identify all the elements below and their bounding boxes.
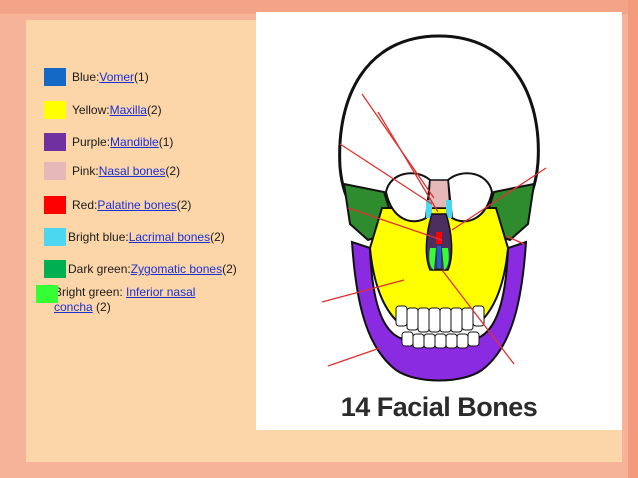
legend-prefix: Bright blue:	[68, 230, 129, 244]
legend-item-zygomatic-bones: Dark green: Zygomatic bones (2)	[44, 260, 237, 278]
legend-swatch-dark-green	[44, 260, 66, 278]
skull-illustration	[321, 34, 547, 382]
legend-prefix: Yellow:	[72, 103, 110, 117]
legend-prefix: Dark green:	[68, 262, 131, 276]
vomer-shape	[437, 246, 441, 268]
legend-link-vomer[interactable]: Vomer	[99, 70, 134, 84]
legend-count: (2)	[165, 164, 181, 178]
legend-link-maxilla[interactable]: Maxilla	[110, 103, 147, 117]
legend-swatch-red	[44, 196, 66, 214]
lower-teeth	[401, 331, 480, 349]
legend-link-mandible[interactable]: Mandible	[110, 135, 159, 149]
legend-link-palatine-bones[interactable]: Palatine bones	[97, 198, 176, 212]
legend-swatch-blue	[44, 68, 66, 86]
legend-prefix: Red:	[72, 198, 98, 212]
legend-item-lacrimal-bones: Bright blue: Lacrimal bones (2)	[44, 228, 225, 246]
legend-count: (2)	[222, 262, 237, 276]
legend-swatch-purple	[44, 133, 66, 151]
legend-count: (2)	[92, 300, 111, 314]
legend-item-inferior-nasal-concha: Bright green: Inferior nasal concha (2)	[12, 285, 202, 315]
legend-count: (2)	[146, 103, 162, 117]
legend-item-maxilla: Yellow: Maxilla (2)	[44, 101, 162, 119]
legend-item-vomer: Blue: Vomer (1)	[44, 68, 149, 86]
legend-prefix: Pink:	[72, 164, 99, 178]
legend-count: (1)	[158, 135, 174, 149]
legend-item-nasal-bones: Pink: Nasal bones (2)	[44, 162, 180, 180]
figure-title: 14 Facial Bones	[340, 392, 538, 422]
legend-link-nasal-bones[interactable]: Nasal bones	[99, 164, 166, 178]
legend-count: (2)	[210, 230, 225, 244]
upper-teeth	[395, 305, 485, 333]
legend-prefix: Blue:	[72, 70, 100, 84]
legend-prefix: Bright green:	[54, 285, 127, 299]
skull-figure: 14 Facial Bones	[256, 12, 622, 430]
slide: Blue: Vomer (1) Yellow: Maxilla (2) Purp…	[26, 12, 622, 462]
legend-prefix: Purple:	[72, 135, 111, 149]
legend-swatch-yellow	[44, 101, 66, 119]
legend-count: (2)	[176, 198, 192, 212]
legend-item-palatine-bones: Red: Palatine bones (2)	[44, 196, 191, 214]
legend-swatch-pink	[44, 162, 66, 180]
frame-right-border	[628, 0, 638, 478]
legend-swatch-bright-blue	[44, 228, 66, 246]
legend-link-zygomatic-bones[interactable]: Zygomatic bones	[131, 262, 222, 276]
legend-swatch-bright-green	[36, 285, 58, 303]
legend-item-mandible: Purple: Mandible (1)	[44, 133, 173, 151]
legend-link-lacrimal-bones[interactable]: Lacrimal bones	[129, 230, 210, 244]
legend-count: (1)	[134, 70, 149, 84]
